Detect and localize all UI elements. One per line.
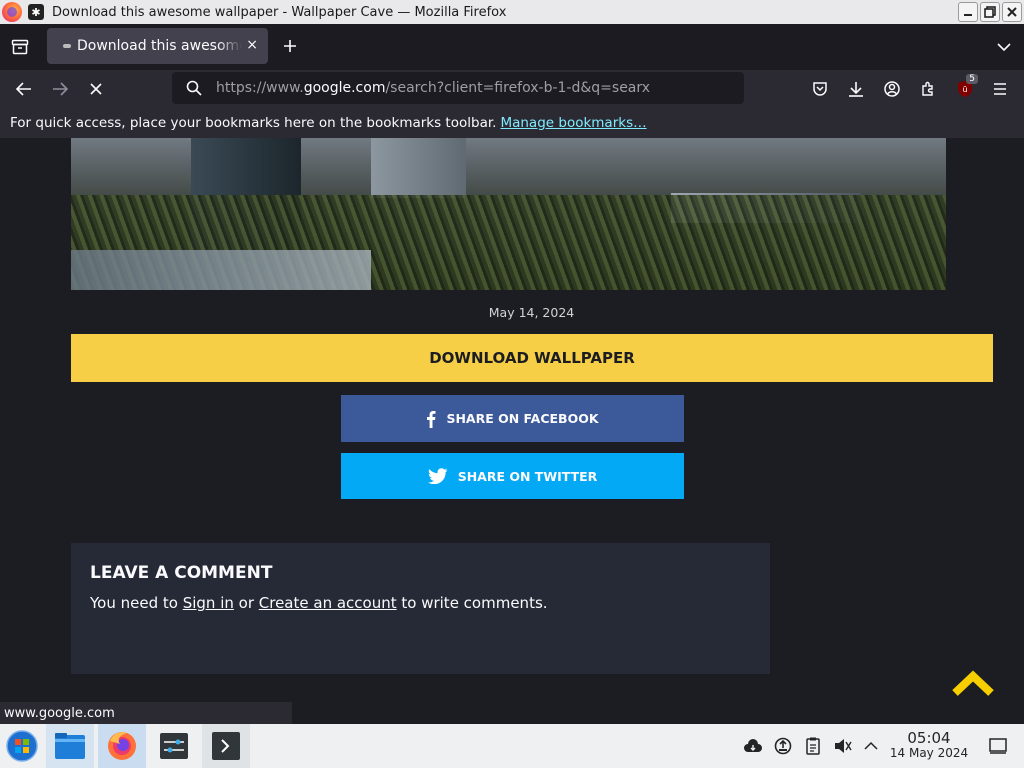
- minimize-icon: [964, 14, 972, 16]
- hamburger-menu-icon: [994, 83, 1006, 95]
- extension-badge: 5: [966, 74, 978, 84]
- tab-close-button[interactable]: ×: [246, 37, 258, 53]
- download-wallpaper-button[interactable]: DOWNLOAD WALLPAPER: [71, 334, 993, 382]
- extensions-button[interactable]: [916, 78, 940, 100]
- show-desktop-icon: [989, 738, 1007, 754]
- tray-clipboard[interactable]: [802, 724, 824, 768]
- clock-time: 05:04: [907, 729, 951, 747]
- plus-icon: [284, 40, 296, 52]
- sign-in-link[interactable]: Sign in: [183, 594, 234, 612]
- restore-icon: [984, 6, 996, 18]
- chevron-up-icon: [952, 670, 994, 696]
- forward-arrow-icon: [53, 82, 68, 96]
- tray-expand[interactable]: [860, 724, 882, 768]
- back-button[interactable]: [12, 78, 36, 100]
- volume-muted-icon: [835, 739, 852, 753]
- pocket-button[interactable]: [808, 78, 832, 100]
- cloud-sync-icon: [744, 739, 762, 752]
- wallpaper-image[interactable]: [71, 138, 946, 290]
- tray-volume[interactable]: [832, 724, 854, 768]
- firefox-logo-icon: [2, 2, 22, 22]
- taskbar-settings[interactable]: [150, 724, 198, 768]
- share-facebook-label: SHARE ON FACEBOOK: [446, 411, 599, 426]
- firefox-view-icon: [11, 39, 29, 55]
- tray-cloud[interactable]: [742, 724, 764, 768]
- manage-bookmarks-link[interactable]: Manage bookmarks…: [500, 115, 646, 131]
- ublock-extension-button[interactable]: ū 5: [952, 74, 978, 102]
- close-icon: [1007, 7, 1017, 17]
- restore-button[interactable]: [980, 2, 1000, 22]
- close-window-button[interactable]: [1002, 2, 1022, 22]
- scroll-to-top-button[interactable]: [950, 668, 996, 698]
- window-title: Download this awesome wallpaper - Wallpa…: [52, 4, 507, 20]
- share-twitter-button[interactable]: SHARE ON TWITTER: [341, 453, 684, 499]
- comment-text-pre: You need to: [90, 594, 183, 612]
- window-titlebar: ✱ Download this awesome wallpaper - Wall…: [0, 0, 1024, 24]
- forward-button[interactable]: [48, 78, 72, 100]
- twitter-bird-icon: [427, 468, 448, 484]
- comment-login-prompt: You need to Sign in or Create an account…: [90, 594, 751, 612]
- taskbar: 05:04 14 May 2024: [0, 724, 1024, 768]
- tray-updates[interactable]: [772, 724, 794, 768]
- taskbar-file-manager[interactable]: [46, 724, 94, 768]
- tab-label: Download this awesome wallpaper - Wallpa…: [77, 38, 242, 54]
- stop-loading-button[interactable]: [84, 78, 108, 100]
- puzzle-icon: [922, 81, 933, 96]
- taskbar-firefox[interactable]: [98, 724, 146, 768]
- update-icon: [774, 737, 792, 755]
- comment-heading: LEAVE A COMMENT: [90, 563, 273, 583]
- bookmarks-hint-text: For quick access, place your bookmarks h…: [10, 115, 497, 131]
- navigation-toolbar: https://www. google.com/search?client=fir…: [0, 70, 1024, 108]
- account-icon: [884, 81, 900, 97]
- firefox-view-button[interactable]: [8, 35, 32, 59]
- create-account-link[interactable]: Create an account: [259, 594, 397, 612]
- share-facebook-button[interactable]: SHARE ON FACEBOOK: [341, 395, 684, 442]
- facebook-icon: [427, 410, 436, 428]
- start-menu-icon: [6, 730, 38, 762]
- url-path: /search?client=firefox-b-1-d&q=searx: [385, 80, 651, 96]
- firefox-icon: [108, 732, 136, 760]
- tab-active[interactable]: Download this awesome wallpaper - Wallpa…: [47, 28, 268, 64]
- comment-section: LEAVE A COMMENT You need to Sign in or C…: [71, 543, 770, 674]
- downloads-button[interactable]: [844, 78, 868, 100]
- clock-date: 14 May 2024: [889, 746, 969, 760]
- clipboard-icon: [806, 737, 820, 755]
- svg-text:ū: ū: [962, 85, 967, 94]
- url-prefix: https://www.: [216, 80, 304, 96]
- app-menu-button[interactable]: [988, 78, 1012, 100]
- show-desktop-button[interactable]: [986, 724, 1010, 768]
- share-twitter-label: SHARE ON TWITTER: [457, 468, 598, 484]
- stop-icon: [90, 83, 102, 95]
- comment-text-mid: or: [233, 594, 259, 612]
- link-status-tooltip: www.google.com: [0, 702, 292, 724]
- chevron-up-icon: [864, 741, 878, 750]
- download-icon: [849, 82, 863, 97]
- new-tab-button[interactable]: [279, 35, 301, 57]
- wallpaper-date: May 14, 2024: [488, 305, 575, 320]
- tab-loading-icon: [63, 44, 71, 48]
- bookmarks-toolbar: For quick access, place your bookmarks h…: [0, 108, 1024, 138]
- url-domain: google.com: [303, 80, 386, 96]
- tab-bar: Download this awesome wallpaper - Wallpa…: [0, 24, 1024, 70]
- settings-sliders-icon: [160, 733, 188, 759]
- pin-icon[interactable]: ✱: [28, 4, 44, 20]
- web-content: May 14, 2024 DOWNLOAD WALLPAPER SHARE ON…: [0, 138, 1024, 724]
- folder-icon: [55, 733, 85, 759]
- url-bar[interactable]: https://www. google.com/search?client=fir…: [172, 72, 744, 104]
- taskbar-clock[interactable]: 05:04 14 May 2024: [888, 730, 970, 760]
- minimize-button[interactable]: [958, 2, 978, 22]
- search-icon: [186, 80, 202, 96]
- back-arrow-icon: [16, 82, 31, 96]
- pocket-icon: [813, 82, 827, 96]
- start-menu-button[interactable]: [2, 724, 42, 768]
- taskbar-terminal[interactable]: [202, 724, 250, 768]
- chevron-down-icon: [997, 43, 1011, 52]
- account-button[interactable]: [880, 78, 904, 100]
- comment-text-post: to write comments.: [396, 594, 548, 612]
- list-all-tabs-button[interactable]: [992, 35, 1016, 59]
- terminal-icon: [212, 732, 240, 760]
